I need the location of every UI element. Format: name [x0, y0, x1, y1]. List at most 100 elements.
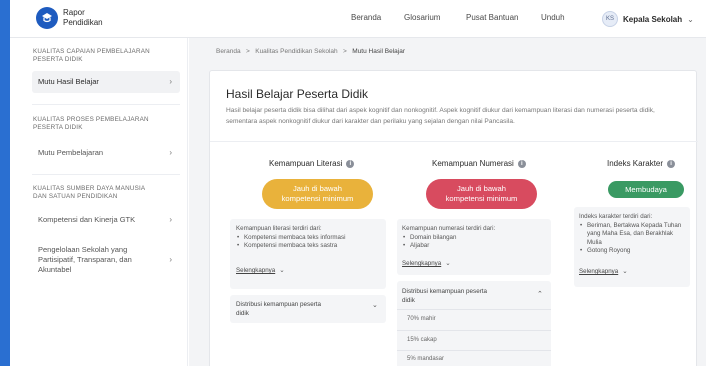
rapor-logo-icon[interactable] [36, 7, 58, 29]
label-line: didik [236, 310, 249, 317]
chevron-right-icon: › [169, 77, 172, 86]
avatar: KS [602, 11, 618, 27]
chevron-down-icon: ⌄ [279, 267, 285, 274]
sidebar-item-mutu-hasil-belajar[interactable]: Mutu Hasil Belajar › [32, 77, 180, 87]
list-item: Aljabar [402, 242, 548, 251]
numerasi-info-text: Kemampuan numerasi terdiri dari: Domain … [402, 225, 548, 251]
list-item: Gotong Royong [579, 247, 689, 256]
page-title: Hasil Belajar Peserta Didik [226, 87, 369, 101]
section-title-line: KUALITAS CAPAIAN PEMBELAJARAN [33, 48, 150, 55]
sidebar-section-title: KUALITAS PROSES PEMBELAJARAN PESERTA DID… [33, 116, 149, 131]
list-item: Kompetensi membaca teks sastra [236, 242, 382, 251]
sidebar-item-label: Kompetensi dan Kinerja GTK [38, 215, 136, 224]
breadcrumb-separator-icon: > [242, 48, 254, 55]
divider [397, 330, 551, 331]
status-line: kompetensi minimum [281, 194, 354, 203]
status-line: Jauh di bawah [293, 184, 342, 193]
label-line: Distribusi kemampuan peserta [236, 301, 322, 308]
breadcrumb-separator-icon: > [339, 48, 351, 55]
sidebar: KUALITAS CAPAIAN PEMBELAJARAN PESERTA DI… [10, 38, 188, 366]
divider [32, 104, 180, 105]
label-line: Partisipatif, Transparan, dan [38, 255, 132, 264]
numerasi-title: Kemampuan Numerasi i [432, 159, 526, 168]
status-line: Membudaya [625, 184, 667, 194]
literasi-selengkapnya-link[interactable]: Selengkapnya ⌄ [236, 266, 285, 274]
info-icon[interactable]: i [346, 159, 355, 168]
sidebar-item-mutu-pembelajaran[interactable]: Mutu Pembelajaran › [32, 148, 180, 158]
label-line: didik [402, 297, 415, 304]
chevron-right-icon: › [169, 148, 172, 157]
breadcrumb: Beranda > Kualitas Pendidikan Sekolah > … [216, 48, 405, 55]
top-navbar: Rapor Pendidikan Beranda Glosarium Pusat… [10, 0, 706, 38]
info-icon[interactable]: i [667, 159, 676, 168]
karakter-status-badge: Membudaya [608, 181, 684, 198]
info-intro: Kemampuan numerasi terdiri dari: [402, 225, 496, 232]
brand-line2: Pendidikan [63, 18, 103, 27]
chevron-down-icon: ⌄ [445, 260, 451, 267]
list-item: Kompetensi membaca teks informasi [236, 234, 382, 243]
chevron-down-icon: ⌄ [622, 268, 628, 275]
info-icon[interactable]: i [517, 159, 526, 168]
section-title-line: DAN SATUAN PENDIDIKAN [33, 192, 118, 200]
breadcrumb-item[interactable]: Kualitas Pendidikan Sekolah [255, 48, 337, 55]
info-intro: Indeks karakter terdiri dari: [579, 213, 653, 220]
sidebar-item-label: Pengelolaan Sekolah yang Partisipatif, T… [38, 245, 132, 275]
status-line: Jauh di bawah [457, 184, 506, 193]
list-item: Beriman, Bertakwa Kepada Tuhan yang Maha… [579, 222, 689, 248]
column-title-text: Indeks Karakter [607, 159, 664, 168]
distribution-row: 15% cakap [407, 337, 437, 343]
nav-beranda[interactable]: Beranda [351, 13, 381, 22]
section-title-line: KUALITAS SUMBER DAYA MANUSIA [33, 185, 146, 192]
label-line: Pengelolaan Sekolah yang [38, 245, 128, 254]
breadcrumb-item[interactable]: Beranda [216, 48, 241, 55]
page-description: Hasil belajar peserta didik bisa dilihat… [226, 107, 655, 125]
sidebar-section-title: KUALITAS CAPAIAN PEMBELAJARAN PESERTA DI… [33, 48, 150, 63]
label-line: Distribusi kemampuan peserta [402, 288, 488, 295]
link-label: Selengkapnya [579, 268, 619, 275]
list-item: Domain bilangan [402, 234, 548, 243]
chevron-down-icon: ⌄ [687, 14, 694, 24]
column-title-text: Kemampuan Literasi [269, 159, 343, 168]
karakter-info-text: Indeks karakter terdiri dari: Beriman, B… [579, 213, 689, 256]
literasi-info-text: Kemampuan literasi terdiri dari: Kompete… [236, 225, 382, 251]
app-window: Rapor Pendidikan Beranda Glosarium Pusat… [10, 0, 706, 366]
distribution-label: Distribusi kemampuan peserta didik [402, 287, 487, 305]
brand-name[interactable]: Rapor Pendidikan [63, 8, 103, 28]
literasi-title: Kemampuan Literasi i [269, 159, 355, 168]
sidebar-item-label: Mutu Pembelajaran [38, 148, 104, 157]
divider [210, 141, 698, 142]
section-title-line: KUALITAS PROSES PEMBELAJARAN [33, 116, 149, 123]
section-title-line: PESERTA DIDIK [33, 123, 83, 131]
profile-name: Kepala Sekolah [623, 14, 683, 24]
karakter-selengkapnya-link[interactable]: Selengkapnya ⌄ [579, 267, 628, 275]
chevron-up-icon: ⌃ [537, 291, 543, 298]
distribution-row: 70% mahir [407, 316, 436, 322]
chevron-right-icon: › [169, 255, 172, 264]
link-label: Selengkapnya [236, 267, 276, 274]
status-line: kompetensi minimum [445, 194, 518, 203]
numerasi-status-badge: Jauh di bawah kompetensi minimum [426, 179, 537, 209]
nav-glosarium[interactable]: Glosarium [404, 13, 440, 22]
divider [397, 309, 551, 310]
divider [32, 174, 180, 175]
numerasi-selengkapnya-link[interactable]: Selengkapnya ⌄ [402, 259, 451, 267]
chevron-right-icon: › [169, 215, 172, 224]
brand-line1: Rapor [63, 8, 85, 17]
sidebar-item-kompetensi-gtk[interactable]: Kompetensi dan Kinerja GTK › [32, 215, 180, 225]
sidebar-item-pengelolaan-sekolah[interactable]: Pengelolaan Sekolah yang Partisipatif, T… [32, 245, 180, 275]
label-line: Akuntabel [38, 265, 72, 274]
link-label: Selengkapnya [402, 260, 442, 267]
nav-pusat-bantuan[interactable]: Pusat Bantuan [466, 13, 518, 22]
main-content: Beranda > Kualitas Pendidikan Sekolah > … [189, 38, 706, 366]
column-title-text: Kemampuan Numerasi [432, 159, 514, 168]
nav-unduh[interactable]: Unduh [541, 13, 565, 22]
section-title-line: PESERTA DIDIK [33, 55, 83, 63]
sidebar-item-label: Mutu Hasil Belajar [38, 77, 99, 86]
literasi-status-badge: Jauh di bawah kompetensi minimum [262, 179, 373, 209]
profile-menu[interactable]: KS Kepala Sekolah ⌄ [602, 8, 700, 30]
sidebar-section-title: KUALITAS SUMBER DAYA MANUSIA DAN SATUAN … [33, 185, 145, 200]
distribution-label: Distribusi kemampuan peserta didik [236, 300, 321, 318]
distribution-row: 5% mandasar [407, 356, 445, 362]
breadcrumb-current: Mutu Hasil Belajar [352, 48, 406, 55]
divider [397, 350, 551, 351]
